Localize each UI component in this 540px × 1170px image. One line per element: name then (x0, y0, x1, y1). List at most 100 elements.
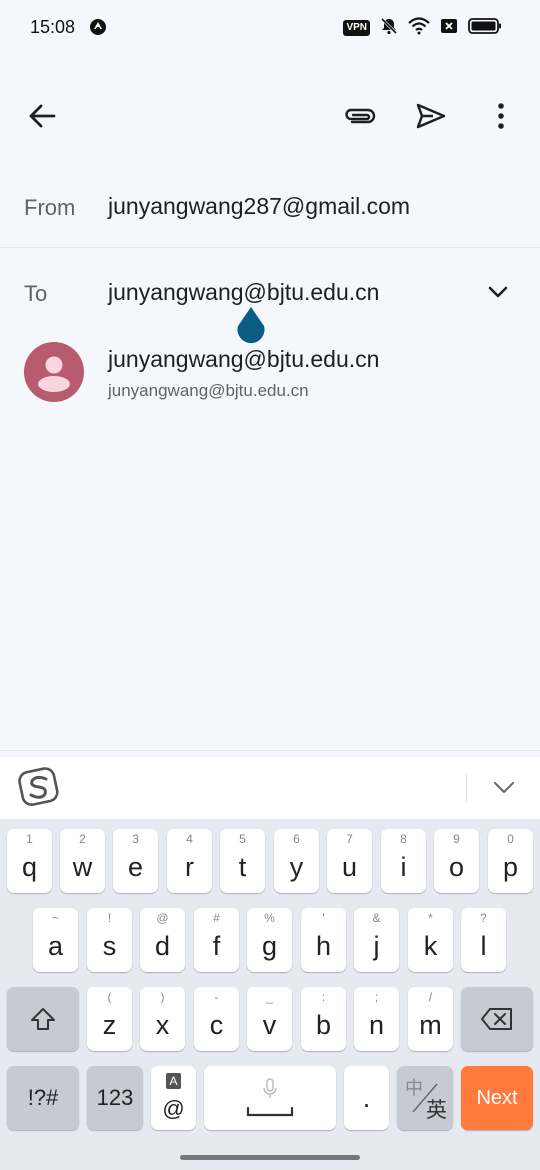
key-sub-label: ? (480, 911, 487, 925)
attach-button[interactable] (336, 92, 384, 140)
key-e[interactable]: 3e (113, 829, 158, 893)
keyboard-toolbar (0, 757, 540, 819)
key-label: b (315, 1009, 332, 1040)
home-indicator[interactable] (180, 1155, 360, 1160)
at-key[interactable]: A @ (151, 1066, 196, 1130)
symbols-key[interactable]: !?# (7, 1066, 79, 1130)
numbers-key[interactable]: 123 (87, 1066, 143, 1130)
key-z[interactable]: (z (87, 987, 132, 1051)
key-sub-label: @ (156, 911, 169, 925)
key-label: i (400, 851, 407, 882)
collapse-keyboard-button[interactable] (485, 769, 523, 807)
key-sub-label: 6 (293, 832, 300, 846)
key-sub-label: 8 (400, 832, 407, 846)
key-sub-label: ( (107, 990, 112, 1004)
to-input[interactable]: junyangwang@bjtu.edu.cn (108, 279, 379, 306)
key-sub-label: 5 (239, 832, 246, 846)
key-r[interactable]: 4r (167, 829, 212, 893)
key-sub-label: ! (107, 911, 112, 925)
key-i[interactable]: 8i (381, 829, 426, 893)
key-label: a (47, 930, 64, 961)
key-label: h (315, 930, 332, 961)
key-label: o (448, 851, 465, 882)
key-x[interactable]: ) x (140, 987, 185, 1051)
key-sub-label: & (372, 911, 381, 925)
key-c[interactable]: -c (194, 987, 239, 1051)
key-sub-label: # (213, 911, 220, 925)
key-sub-label: / (428, 990, 433, 1004)
key-sub-label: 4 (186, 832, 193, 846)
key-t[interactable]: 5t (220, 829, 265, 893)
backspace-icon (481, 1008, 512, 1030)
mute-icon (380, 17, 398, 40)
key-label: m (419, 1009, 442, 1040)
to-row: To junyangwang@bjtu.edu.cn (0, 264, 540, 320)
space-key[interactable] (204, 1066, 336, 1130)
more-vert-icon (498, 103, 504, 129)
key-q[interactable]: 1q (7, 829, 52, 893)
suggestion-name: junyangwang@bjtu.edu.cn (108, 346, 380, 372)
shift-key[interactable] (7, 987, 79, 1051)
key-label: !?# (27, 1085, 59, 1110)
key-f[interactable]: # f (194, 908, 239, 972)
send-button[interactable] (407, 92, 455, 140)
key-sub-label: 2 (79, 832, 86, 846)
key-o[interactable]: 9o (434, 829, 479, 893)
key-label: s (102, 930, 117, 961)
key-sub-label: 1 (26, 832, 33, 846)
key-sub-label: 3 (132, 832, 139, 846)
language-switch-key[interactable]: 中 英 (397, 1066, 453, 1130)
divider (0, 750, 540, 751)
key-label: c (209, 1009, 224, 1040)
from-label: From (24, 195, 76, 220)
expand-recipients-button[interactable] (478, 272, 518, 312)
backspace-key[interactable] (461, 987, 533, 1051)
key-u[interactable]: 7u (327, 829, 372, 893)
key-sub-label: ) (160, 990, 165, 1004)
from-row[interactable]: From junyangwang287@gmail.com (0, 178, 540, 248)
key-sub-label: - (214, 990, 219, 1004)
key-label: y (289, 851, 304, 882)
key-g[interactable]: % g (247, 908, 292, 972)
key-sub-label: : (321, 990, 326, 1004)
key-n[interactable]: ; n (354, 987, 399, 1051)
key-label: z (102, 1009, 117, 1040)
key-label: p (502, 851, 519, 882)
to-label: To (24, 281, 48, 306)
key-l[interactable]: ? l (461, 908, 506, 972)
key-sub-label: _ (266, 990, 273, 1004)
back-button[interactable] (18, 92, 66, 140)
key-s[interactable]: ! s (87, 908, 132, 972)
toolbar-divider (466, 773, 467, 803)
app-notification-icon (88, 17, 108, 37)
key-y[interactable]: 6y (274, 829, 319, 893)
key-w[interactable]: 2w (60, 829, 105, 893)
key-j[interactable]: & j (354, 908, 399, 972)
key-sub-label: ' (322, 911, 325, 925)
key-label: t (238, 851, 247, 882)
contact-suggestion[interactable]: junyangwang@bjtu.edu.cn junyangwang@bjtu… (0, 332, 540, 414)
key-b[interactable]: :b (301, 987, 346, 1051)
key-sub-label: ; (374, 990, 379, 1004)
more-options-button[interactable] (477, 92, 525, 140)
sogou-logo-icon[interactable] (18, 767, 60, 807)
key-p[interactable]: 0p (488, 829, 533, 893)
status-time: 15:08 (30, 17, 76, 37)
suggestion-email: junyangwang@bjtu.edu.cn (108, 381, 309, 400)
key-label: Next (476, 1086, 518, 1109)
key-m[interactable]: / m (408, 987, 453, 1051)
key-d[interactable]: @ d (140, 908, 185, 972)
chevron-down-icon (488, 286, 508, 298)
from-address[interactable]: junyangwang287@gmail.com (108, 193, 410, 220)
key-v[interactable]: _ v (247, 987, 292, 1051)
sim-off-icon (440, 18, 458, 39)
period-key[interactable]: . (344, 1066, 389, 1130)
key-a[interactable]: ~ a (33, 908, 78, 972)
next-key[interactable]: Next (461, 1066, 533, 1130)
key-h[interactable]: ' h (301, 908, 346, 972)
key-label: k (423, 930, 438, 961)
key-k[interactable]: * k (408, 908, 453, 972)
key-label: v (262, 1009, 277, 1040)
keyboard: 1q 2w 3e 4r 5t 6y 7u 8i 9o 0p ~ a ! s @ d #… (0, 819, 540, 1170)
key-label: j (373, 930, 380, 961)
